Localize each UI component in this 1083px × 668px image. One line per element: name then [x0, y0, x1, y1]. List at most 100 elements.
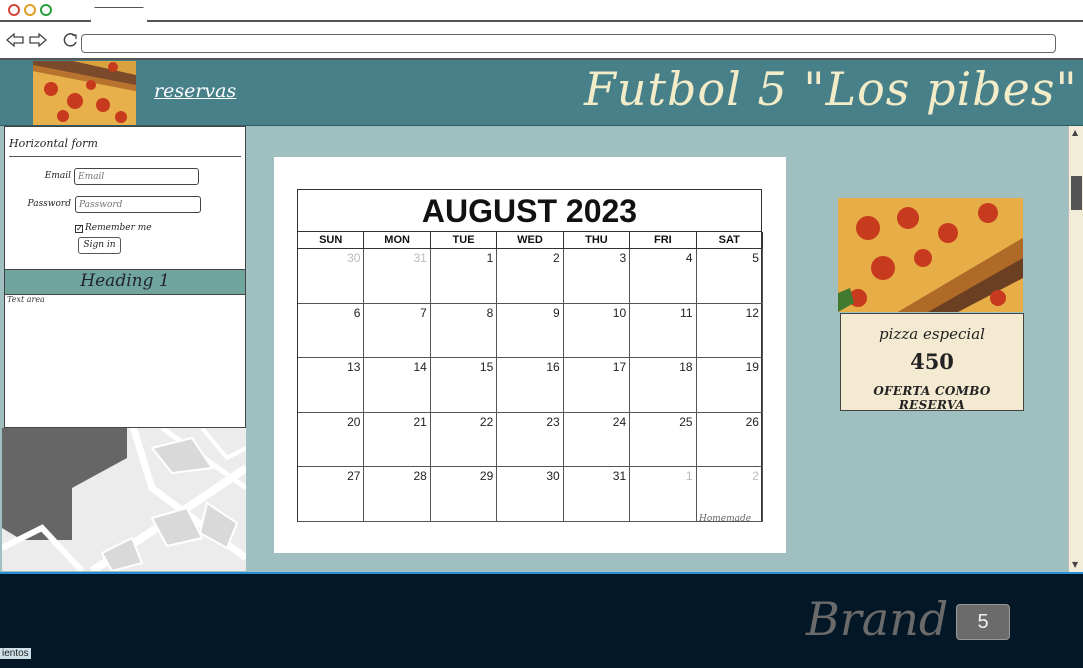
calendar-day-number: 27 [347, 469, 361, 484]
calendar-day-cell[interactable]: 16 [497, 358, 564, 413]
calendar-day-cell[interactable]: 3 [563, 249, 631, 304]
calendar-day-cell[interactable]: 13 [298, 358, 365, 413]
calendar-day-cell[interactable]: 2 [497, 249, 564, 304]
calendar-day-number: 23 [546, 414, 560, 429]
minimize-window-button[interactable] [24, 4, 36, 16]
weekday-header-wed: WED [497, 232, 564, 249]
calendar-day-number: 15 [479, 360, 494, 375]
browser-tab[interactable] [90, 7, 148, 22]
email-field[interactable] [74, 168, 199, 185]
calendar-day-cell[interactable]: 17 [563, 358, 631, 413]
calendar-day-number: 4 [685, 251, 693, 265]
calendar-day-number: 12 [745, 305, 759, 320]
calendar-day-number: 17 [612, 360, 627, 375]
footer-badge[interactable]: 5 [956, 604, 1010, 640]
page: reservas Futbol 5 "Los pibes" ▲ ▼ Horizo… [0, 0, 1083, 668]
heading-1: Heading 1 [80, 271, 170, 291]
remember-me-checkbox[interactable]: ✓ [75, 225, 83, 233]
calendar-day-number: 29 [479, 469, 494, 484]
calendar-day-number: 30 [347, 251, 361, 265]
calendar-day-cell[interactable]: 21 [364, 412, 431, 468]
calendar-day-number: 10 [612, 305, 627, 320]
address-bar[interactable] [81, 34, 1056, 53]
scroll-up-icon[interactable]: ▲ [1072, 128, 1078, 137]
reservas-link[interactable]: reservas [154, 80, 236, 102]
form-title: Horizontal form [9, 137, 98, 150]
calendar-image: AUGUST 2023 SUN MON TUE WED THU FRI SAT 30 31 1 2 3… [274, 157, 786, 553]
calendar-day-number: 9 [553, 305, 560, 320]
map-widget[interactable] [2, 428, 246, 571]
weekday-header-sat: SAT [696, 232, 763, 249]
calendar-day-number: 31 [413, 251, 427, 265]
pizza-image [33, 61, 136, 125]
site-title: Futbol 5 "Los pibes" [584, 62, 1078, 116]
calendar-day-cell[interactable]: 30 [497, 467, 564, 522]
calendar-day-cell[interactable]: 29 [430, 467, 498, 522]
calendar-day-cell[interactable]: 12 [696, 303, 763, 359]
calendar-day-cell[interactable]: 31 [563, 467, 631, 522]
calendar-day-number: 1 [486, 251, 494, 265]
calendar-day-cell[interactable]: 7 [364, 303, 431, 359]
browser-titlebar [0, 0, 1083, 22]
email-label: Email [44, 171, 71, 181]
calendar-day-cell[interactable]: 23 [497, 412, 564, 468]
calendar-day-cell[interactable]: 19 [696, 358, 763, 413]
calendar-day-cell[interactable]: 4 [630, 249, 697, 304]
calendar-day-number: 20 [347, 414, 361, 429]
calendar-watermark: Homemade [699, 514, 752, 524]
calendar-day-cell[interactable]: 27 [298, 467, 365, 522]
calendar-day-cell[interactable]: 26 [696, 412, 763, 468]
password-label: Password [27, 199, 71, 209]
promo-card[interactable]: pizza especial 450 OFERTA COMBO RESERVA [840, 313, 1024, 412]
footer-brand[interactable]: Brand [806, 592, 948, 646]
calendar-day-number: 22 [479, 414, 494, 429]
password-field[interactable] [75, 196, 201, 213]
calendar-day-cell[interactable]: 8 [430, 303, 498, 359]
calendar-day-number: 26 [745, 414, 759, 429]
vertical-scrollbar[interactable]: ▲ ▼ [1068, 126, 1083, 572]
calendar-day-cell[interactable]: 1 [630, 467, 697, 522]
weekday-header-mon: MON [364, 232, 431, 249]
calendar-day-cell[interactable]: 1 [430, 249, 498, 304]
browser-navbar [0, 22, 1083, 60]
reload-icon[interactable] [60, 30, 80, 50]
calendar-day-cell[interactable]: 5 [696, 249, 763, 304]
promo-offer: OFERTA COMBO RESERVA [873, 384, 991, 412]
calendar-day-number: 1 [685, 469, 693, 484]
calendar-day-number: 2 [553, 251, 560, 265]
calendar-day-cell[interactable]: 24 [563, 412, 631, 468]
calendar-day-number: 21 [413, 414, 427, 429]
scroll-thumb[interactable] [1071, 176, 1082, 210]
site-footer: Brand 5 ientos [0, 572, 1083, 668]
weekday-header-sun: SUN [298, 232, 365, 249]
back-arrow-icon[interactable] [5, 30, 25, 50]
calendar-day-number: 25 [679, 414, 693, 429]
close-window-button[interactable] [8, 4, 20, 16]
calendar-day-cell[interactable]: 14 [364, 358, 431, 413]
pizza-promo-image [838, 198, 1023, 312]
calendar-day-cell[interactable]: 15 [430, 358, 498, 413]
calendar-day-cell[interactable]: 31 [364, 249, 431, 304]
calendar-title: AUGUST 2023 [297, 189, 762, 231]
calendar-day-cell[interactable]: 6 [298, 303, 365, 359]
calendar-day-cell[interactable]: 30 [298, 249, 365, 304]
calendar-day-cell[interactable]: 20 [298, 412, 365, 468]
scroll-down-icon[interactable]: ▼ [1072, 560, 1078, 569]
calendar-day-cell[interactable]: 25 [630, 412, 697, 468]
calendar-day-number: 24 [612, 414, 627, 429]
calendar-day-cell[interactable]: 11 [630, 303, 697, 359]
horizontal-form: Horizontal form Email Password ✓ Remembe… [4, 126, 246, 270]
text-area[interactable]: Text area [4, 294, 246, 428]
maximize-window-button[interactable] [40, 4, 52, 16]
calendar-day-cell[interactable]: 10 [563, 303, 631, 359]
calendar-day-number: 18 [679, 360, 693, 375]
calendar-day-cell[interactable]: 22 [430, 412, 498, 468]
calendar-day-number: 19 [745, 360, 759, 375]
calendar-day-number: 13 [347, 360, 361, 375]
calendar-day-cell[interactable]: 18 [630, 358, 697, 413]
calendar-day-number: 5 [752, 251, 759, 265]
calendar-day-cell[interactable]: 9 [497, 303, 564, 359]
sign-in-button[interactable]: Sign in [78, 237, 121, 254]
forward-arrow-icon[interactable] [28, 30, 48, 50]
calendar-day-cell[interactable]: 28 [364, 467, 431, 522]
